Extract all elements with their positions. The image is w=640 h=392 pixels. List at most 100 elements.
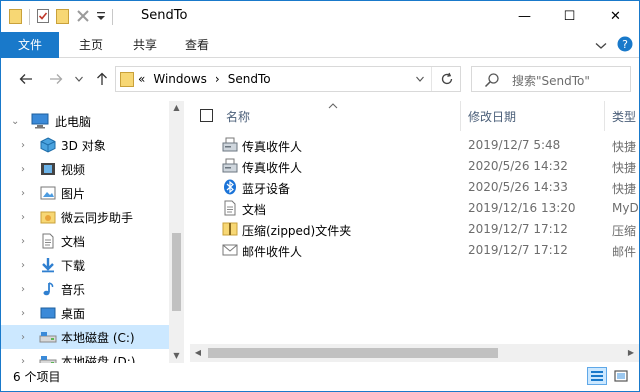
tab-home[interactable]: 主页	[67, 32, 115, 58]
breadcrumb-windows[interactable]: Windows	[153, 72, 207, 86]
nav-item[interactable]: › 本地磁盘 (D:)	[1, 349, 169, 363]
3d-objects-icon	[39, 137, 57, 153]
file-row[interactable]: 文档 2019/12/16 13:20 MyD	[190, 198, 639, 219]
chevron-down-icon	[416, 76, 424, 82]
horizontal-scroll-thumb[interactable]	[208, 348, 498, 358]
item-count: 6 个项目	[13, 370, 61, 384]
nav-item[interactable]: › 本地磁盘 (C:)	[1, 325, 169, 349]
breadcrumb-sendto[interactable]: SendTo	[228, 72, 271, 86]
search-placeholder: 搜索"SendTo"	[512, 74, 590, 88]
customize-toolbar-icon[interactable]	[96, 10, 106, 25]
scroll-right-icon[interactable]: ▶	[623, 344, 639, 362]
search-box[interactable]: 搜索"SendTo"	[471, 66, 631, 92]
tab-share[interactable]: 共享	[121, 32, 169, 58]
nav-item-label: 音乐	[61, 282, 86, 297]
forward-button[interactable]	[47, 69, 65, 89]
folder-icon	[9, 8, 23, 27]
chevron-icon[interactable]: ⌄	[11, 116, 21, 127]
chevron-icon[interactable]: ›	[21, 236, 31, 247]
file-row[interactable]: 蓝牙设备 2020/5/26 14:33 快捷	[190, 177, 639, 198]
chevron-icon[interactable]: ›	[21, 356, 31, 364]
file-type: MyD	[612, 201, 639, 215]
properties-icon[interactable]	[36, 8, 50, 27]
nav-item[interactable]: ⌄ 此电脑	[1, 109, 169, 133]
file-row[interactable]: 压缩(zipped)文件夹 2019/12/7 17:12 压缩	[190, 219, 639, 240]
file-type: 邮件	[612, 245, 637, 259]
file-row[interactable]: 传真收件人 2019/12/7 5:48 快捷	[190, 135, 639, 156]
file-name: 邮件收件人	[242, 245, 303, 259]
breadcrumb-overflow[interactable]: «	[138, 72, 145, 86]
chevron-icon[interactable]: ›	[21, 260, 31, 271]
nav-item[interactable]: › 视频	[1, 157, 169, 181]
maximize-button[interactable]: ☐	[547, 1, 592, 32]
music-icon	[39, 281, 57, 297]
bluetooth-icon	[222, 179, 238, 195]
search-icon	[484, 72, 500, 91]
nav-scroll-thumb[interactable]	[172, 233, 181, 311]
chevron-icon[interactable]: ›	[21, 164, 31, 175]
window-title: SendTo	[141, 8, 188, 23]
nav-item[interactable]: › 3D 对象	[1, 133, 169, 157]
toolbar-separator	[29, 9, 30, 25]
nav-item[interactable]: › 微云同步助手	[1, 205, 169, 229]
column-header-date[interactable]: 修改日期	[468, 101, 606, 131]
file-row[interactable]: 传真收件人 2020/5/26 14:32 快捷	[190, 156, 639, 177]
column-header-type[interactable]: 类型	[612, 101, 639, 131]
delete-icon[interactable]	[76, 9, 90, 26]
up-button[interactable]	[93, 69, 111, 89]
chevron-icon[interactable]: ›	[21, 284, 31, 295]
zip-folder-icon	[222, 221, 238, 237]
large-icons-view-button[interactable]	[611, 367, 631, 385]
horizontal-scrollbar[interactable]: ◀ ▶	[190, 344, 639, 362]
nav-item-label: 此电脑	[55, 114, 92, 129]
back-button[interactable]	[17, 69, 35, 89]
tab-view[interactable]: 查看	[173, 32, 221, 58]
scroll-left-icon[interactable]: ◀	[190, 344, 206, 362]
scroll-up-icon[interactable]: ▲	[169, 101, 184, 115]
nav-item[interactable]: › 下载	[1, 253, 169, 277]
file-date: 2019/12/7 5:48	[468, 138, 561, 152]
file-name: 传真收件人	[242, 161, 303, 175]
file-type: 快捷	[612, 140, 637, 154]
expand-ribbon-icon[interactable]	[595, 39, 607, 53]
arrow-up-icon	[97, 72, 107, 85]
scroll-down-icon[interactable]: ▼	[169, 349, 184, 363]
column-label-date: 修改日期	[468, 109, 517, 124]
documents-icon	[222, 200, 238, 216]
new-folder-icon[interactable]	[56, 8, 70, 27]
nav-item[interactable]: › 图片	[1, 181, 169, 205]
nav-item[interactable]: › 桌面	[1, 301, 169, 325]
chevron-icon[interactable]: ›	[21, 212, 31, 223]
file-date: 2019/12/16 13:20	[468, 201, 576, 215]
nav-scrollbar[interactable]: ▲ ▼	[169, 101, 184, 363]
chevron-icon[interactable]: ›	[21, 308, 31, 319]
computer-icon	[31, 113, 49, 129]
nav-item-label: 文档	[61, 234, 86, 249]
minimize-button[interactable]: —	[502, 1, 547, 32]
sort-ascending-icon	[328, 101, 338, 112]
refresh-button[interactable]	[431, 67, 461, 91]
chevron-icon[interactable]: ›	[21, 188, 31, 199]
chevron-icon[interactable]: ›	[21, 332, 31, 343]
address-bar[interactable]: « Windows › SendTo	[115, 66, 461, 92]
nav-item-label: 图片	[61, 186, 86, 201]
nav-item[interactable]: › 文档	[1, 229, 169, 253]
chevron-icon[interactable]: ›	[21, 140, 31, 151]
nav-item-label: 桌面	[61, 306, 86, 321]
status-bar: 6 个项目	[1, 363, 639, 391]
nav-item[interactable]: › 音乐	[1, 277, 169, 301]
column-header-name[interactable]: 名称	[226, 101, 458, 131]
column-divider[interactable]	[604, 101, 605, 131]
tab-file[interactable]: 文件	[1, 32, 59, 58]
close-button[interactable]: ✕	[593, 1, 638, 32]
select-all-checkbox[interactable]	[200, 109, 213, 122]
breadcrumb-separator[interactable]: ›	[215, 72, 220, 86]
address-dropdown[interactable]	[409, 67, 431, 91]
toolbar-separator	[112, 9, 113, 25]
recent-locations-button[interactable]	[73, 69, 85, 89]
video-icon	[39, 161, 57, 177]
column-divider[interactable]	[460, 101, 461, 131]
details-view-button[interactable]	[587, 367, 607, 385]
help-icon[interactable]: ?	[617, 36, 633, 55]
file-row[interactable]: 邮件收件人 2019/12/7 17:12 邮件	[190, 240, 639, 261]
